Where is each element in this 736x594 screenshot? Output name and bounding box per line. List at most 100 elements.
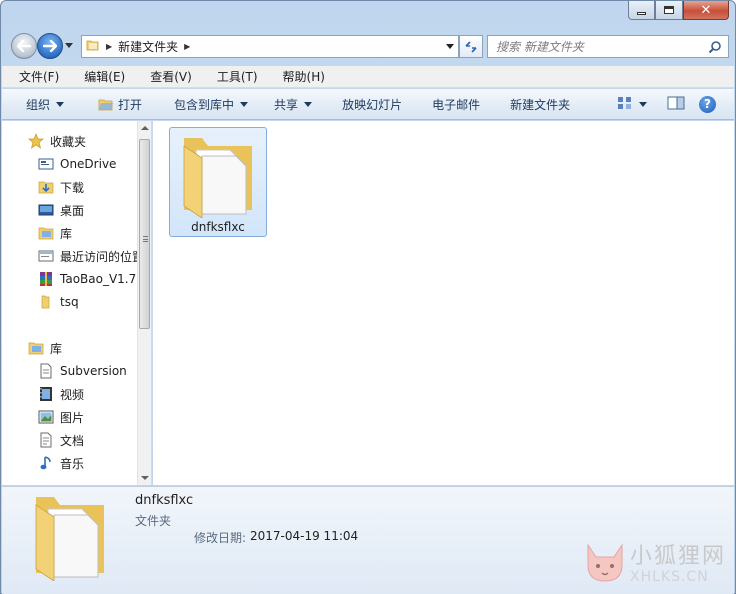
watermark-en: XHLKS.CN <box>629 568 709 585</box>
nav-label: Subversion <box>60 364 127 378</box>
include-in-library-button[interactable]: 包含到库中 <box>166 92 256 116</box>
scroll-down-icon[interactable] <box>141 476 149 480</box>
menu-tools[interactable]: 工具(T) <box>200 68 266 85</box>
search-icon[interactable] <box>708 40 722 57</box>
nav-label: 视频 <box>60 387 85 402</box>
document-library-icon <box>38 363 54 379</box>
star-icon <box>28 133 44 149</box>
nav-desktop[interactable]: 桌面 <box>38 200 148 220</box>
file-list[interactable]: dnfksflxc <box>153 121 734 485</box>
nav-label: 下载 <box>60 180 85 195</box>
desktop-icon <box>38 202 54 218</box>
details-pane: dnfksflxc 文件夹 修改日期: 2017-04-19 11:04 小狐狸… <box>2 486 734 594</box>
nav-taobao[interactable]: TaoBao_V1.7 <box>38 269 138 289</box>
forward-button[interactable] <box>37 33 63 59</box>
change-view-button[interactable] <box>611 92 653 116</box>
video-icon <box>38 386 54 402</box>
folder-name: dnfksflxc <box>191 220 245 234</box>
navigation-pane-scrollbar[interactable] <box>137 121 151 485</box>
close-button[interactable]: ✕ <box>683 1 729 20</box>
nav-label: OneDrive <box>60 157 117 171</box>
chevron-down-icon <box>304 101 313 107</box>
scrollbar-thumb[interactable] <box>139 139 150 329</box>
help-button[interactable]: ? <box>693 92 722 116</box>
nav-recent-places[interactable]: 最近访问的位置 <box>38 246 138 266</box>
new-folder-button[interactable]: 新建文件夹 <box>502 92 578 116</box>
recent-places-icon <box>38 248 54 264</box>
email-button[interactable]: 电子邮件 <box>424 92 488 116</box>
nav-favorites[interactable]: 收藏夹 <box>28 131 86 151</box>
maximize-icon <box>664 6 674 14</box>
close-icon: ✕ <box>700 2 712 18</box>
slideshow-button[interactable]: 放映幻灯片 <box>334 92 410 116</box>
nav-label: 音乐 <box>60 456 85 471</box>
slideshow-label: 放映幻灯片 <box>342 97 403 112</box>
explorer-window: ✕ ▶ 新建文件夹 ▶ 文件(F) 编辑(E <box>0 0 736 594</box>
refresh-icon <box>465 40 477 53</box>
nav-downloads[interactable]: 下载 <box>38 177 148 197</box>
refresh-button[interactable] <box>459 35 483 58</box>
organize-button[interactable]: 组织 <box>18 92 72 116</box>
address-history-dropdown[interactable] <box>446 44 454 49</box>
breadcrumb-item[interactable]: 新建文件夹 <box>118 38 178 55</box>
nav-label: TaoBao_V1.7 <box>60 272 137 286</box>
folder-icon <box>180 132 258 221</box>
share-button[interactable]: 共享 <box>266 92 320 116</box>
nav-documents[interactable]: 文档 <box>38 430 148 450</box>
breadcrumb-separator-icon[interactable]: ▶ <box>184 42 190 51</box>
nav-onedrive[interactable]: OneDrive <box>38 154 148 174</box>
folder-icon <box>86 38 100 55</box>
chevron-down-icon <box>56 101 65 107</box>
scroll-up-icon[interactable] <box>141 126 149 130</box>
minimize-icon <box>637 11 646 15</box>
menu-edit[interactable]: 编辑(E) <box>67 68 133 85</box>
nav-label: 最近访问的位置 <box>60 249 138 264</box>
nav-label: 图片 <box>60 410 85 425</box>
navigation-bar: ▶ 新建文件夹 ▶ <box>7 31 729 61</box>
preview-pane-button[interactable] <box>661 92 691 116</box>
nav-pictures[interactable]: 图片 <box>38 407 148 427</box>
details-name: dnfksflxc <box>135 493 194 508</box>
nav-label: 桌面 <box>60 203 85 218</box>
organize-label: 组织 <box>26 97 51 112</box>
folder-item-selected[interactable]: dnfksflxc <box>169 127 267 237</box>
nav-label: 收藏夹 <box>50 134 87 149</box>
watermark-cn: 小狐狸网 <box>629 543 726 569</box>
search-input[interactable] <box>488 39 698 54</box>
view-grid-icon <box>617 96 633 113</box>
onedrive-icon <box>38 156 54 172</box>
open-button[interactable]: 打开 <box>90 92 150 116</box>
nav-library-shortcut[interactable]: 库 <box>38 223 148 243</box>
watermark-text: 小狐狸网 XHLKS.CN <box>629 543 726 585</box>
watermark: 小狐狸网 XHLKS.CN <box>582 541 726 588</box>
nav-libraries[interactable]: 库 <box>28 338 62 358</box>
nav-music[interactable]: 音乐 <box>38 453 148 473</box>
music-note-icon <box>38 455 54 471</box>
downloads-folder-icon <box>38 179 54 195</box>
menu-help[interactable]: 帮助(H) <box>266 68 333 85</box>
folder-icon <box>38 294 54 310</box>
email-label: 电子邮件 <box>432 97 481 112</box>
nav-label: 文档 <box>60 433 85 448</box>
minimize-button[interactable] <box>628 1 655 20</box>
include-in-library-label: 包含到库中 <box>174 97 235 112</box>
back-button[interactable] <box>11 33 37 59</box>
open-folder-icon <box>98 97 114 111</box>
chevron-down-icon <box>240 101 249 107</box>
folder-icon <box>32 491 110 584</box>
nav-videos[interactable]: 视频 <box>38 384 148 404</box>
menu-view[interactable]: 查看(V) <box>133 68 200 85</box>
command-bar-right: ? <box>611 92 722 116</box>
grip-icon <box>143 236 148 242</box>
nav-tsq[interactable]: tsq <box>38 292 148 312</box>
nav-subversion[interactable]: Subversion <box>38 361 148 381</box>
nav-label: tsq <box>60 295 79 309</box>
navigation-pane: 收藏夹 OneDrive 下载 桌面 库 最近访问的位置 TaoBao_V1.7 <box>2 121 152 485</box>
help-icon: ? <box>699 95 716 113</box>
maximize-button[interactable] <box>655 1 683 20</box>
menu-file[interactable]: 文件(F) <box>2 68 67 85</box>
nav-label: 库 <box>60 226 73 241</box>
breadcrumb-separator-icon[interactable]: ▶ <box>106 42 112 51</box>
address-bar[interactable]: ▶ 新建文件夹 ▶ <box>81 35 459 58</box>
recent-pages-dropdown[interactable] <box>65 43 73 48</box>
